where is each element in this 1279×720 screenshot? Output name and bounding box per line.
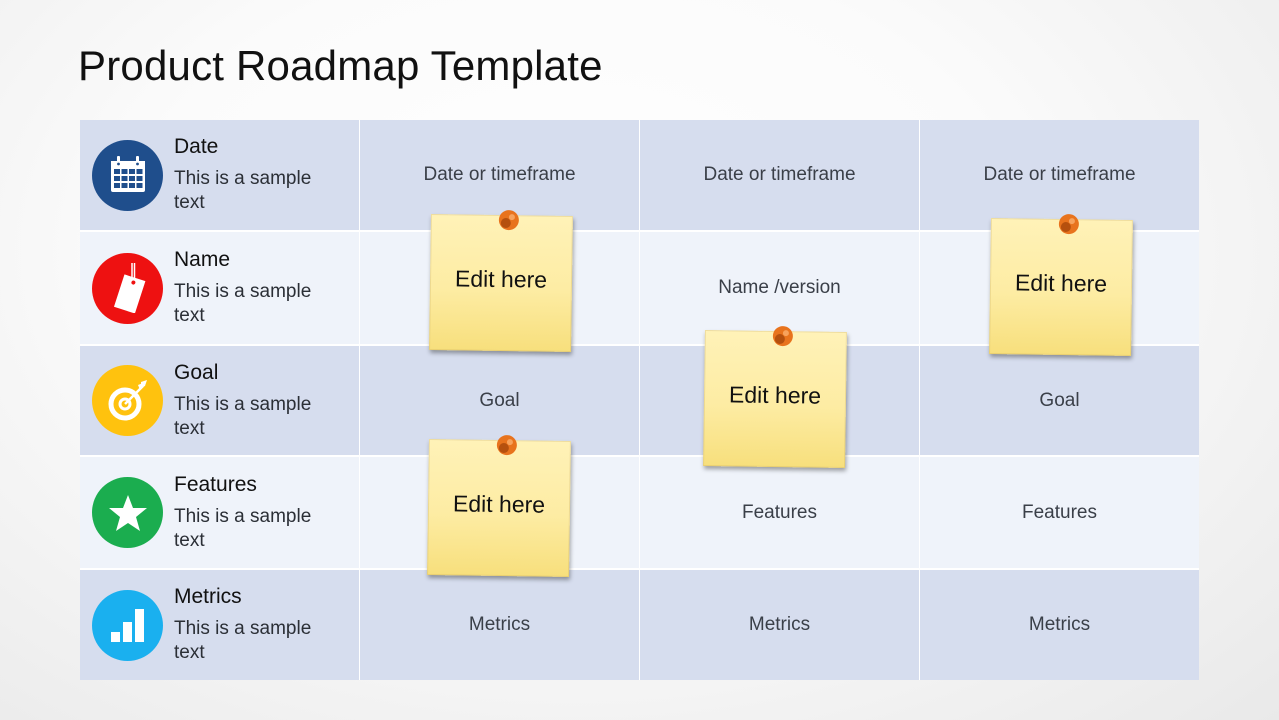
- row-description: This is a sample text: [174, 618, 312, 663]
- calendar-icon: [92, 139, 163, 211]
- cell-text: Metrics: [1028, 614, 1091, 635]
- table-cell[interactable]: Metrics: [640, 570, 919, 680]
- cell-text: Date or timeframe: [423, 164, 576, 185]
- cell-text: Goal: [1039, 389, 1080, 411]
- cell-text: Features: [1022, 501, 1097, 523]
- note-text: Edit here: [452, 489, 546, 518]
- pushpin-icon: [496, 435, 517, 456]
- table-cell[interactable]: Metrics: [920, 570, 1199, 680]
- row-title: Date: [174, 135, 219, 158]
- table-cell[interactable]: Features: [640, 457, 919, 568]
- row-label-metrics: Metrics This is a sample text: [80, 570, 359, 680]
- sticky-note[interactable]: Edit here: [427, 435, 571, 577]
- roadmap-table: Date This is a sample text Date or timef…: [80, 120, 1199, 680]
- sticky-note[interactable]: Edit here: [429, 210, 573, 352]
- tag-icon: [92, 252, 163, 324]
- table-cell[interactable]: Features: [920, 457, 1199, 568]
- pushpin-icon: [498, 210, 519, 231]
- table-cell[interactable]: Date or timeframe: [640, 120, 919, 230]
- note-text: Edit here: [728, 380, 822, 409]
- sticky-note[interactable]: Edit here: [989, 214, 1133, 356]
- cell-text: Date or timeframe: [703, 164, 856, 185]
- row-title: Metrics: [174, 585, 242, 608]
- cell-text: Goal: [479, 389, 520, 411]
- row-description: This is a sample text: [174, 168, 312, 213]
- row-description: This is a sample text: [174, 505, 312, 551]
- page-title: Product Roadmap Template: [78, 42, 603, 89]
- row-description: This is a sample text: [174, 393, 312, 439]
- bar-chart-icon: [92, 589, 163, 661]
- pushpin-icon: [772, 326, 793, 347]
- target-icon: [92, 365, 163, 436]
- cell-text: Name /version: [718, 277, 841, 298]
- star-icon: [92, 477, 163, 548]
- row-title: Name: [174, 248, 231, 271]
- cell-text: Date or timeframe: [983, 164, 1136, 185]
- row-title: Features: [174, 472, 257, 496]
- row-label-date: Date This is a sample text: [80, 120, 359, 230]
- row-description: This is a sample text: [174, 281, 312, 326]
- row-label-goal: Goal This is a sample text: [80, 346, 359, 455]
- note-text: Edit here: [454, 264, 548, 293]
- cell-text: Metrics: [468, 614, 531, 635]
- row-title: Goal: [174, 360, 219, 384]
- sticky-note[interactable]: Edit here: [703, 326, 847, 468]
- note-text: Edit here: [1014, 268, 1108, 297]
- table-cell[interactable]: Goal: [920, 346, 1199, 455]
- row-label-features: Features This is a sample text: [80, 457, 359, 568]
- table-cell[interactable]: Metrics: [360, 570, 639, 680]
- cell-text: Features: [742, 501, 817, 523]
- cell-text: Metrics: [748, 614, 811, 635]
- pushpin-icon: [1058, 214, 1079, 235]
- row-label-name: Name This is a sample text: [80, 232, 359, 344]
